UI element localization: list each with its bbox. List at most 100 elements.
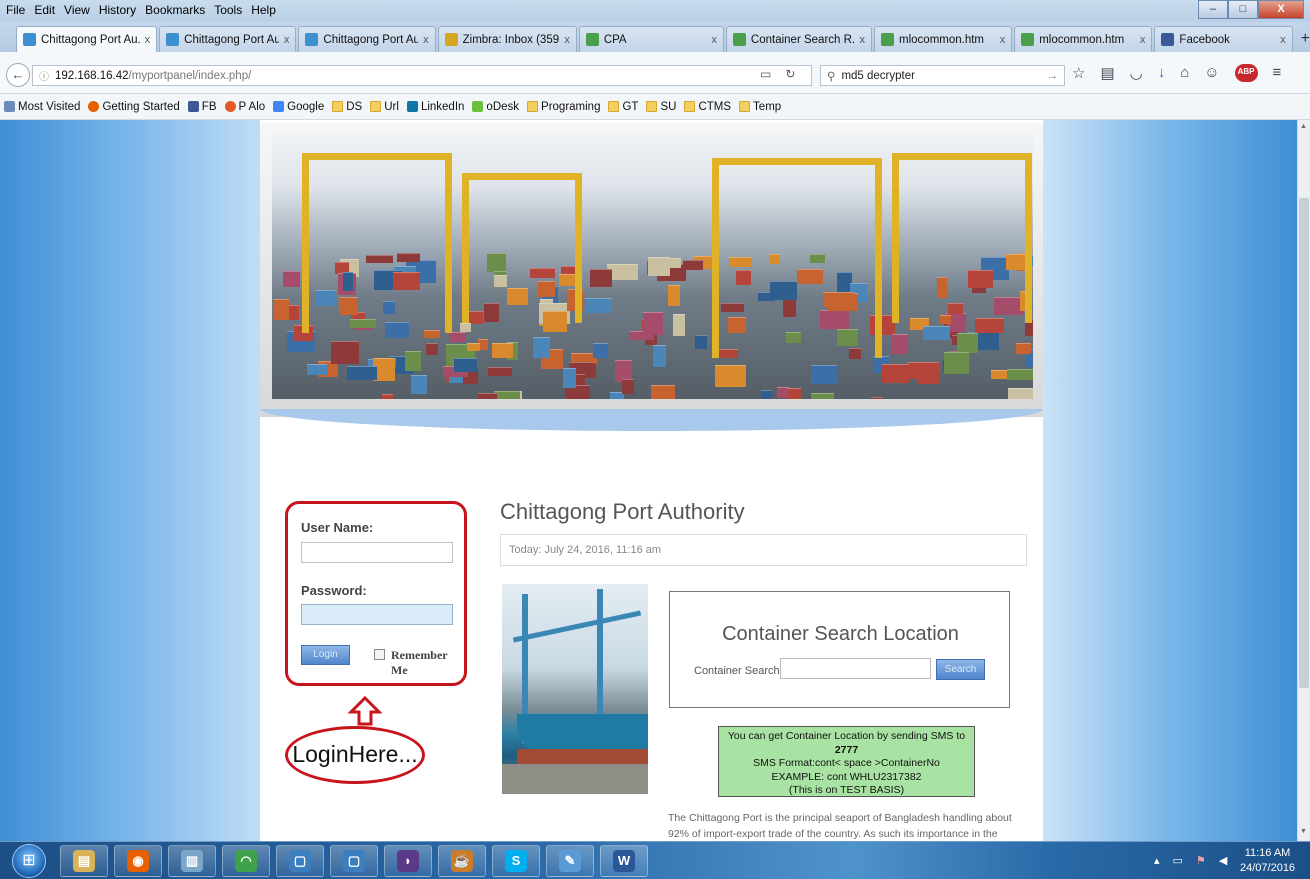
browser-tab[interactable]: Chittagong Port Au... x <box>16 26 158 52</box>
tab-bar: Chittagong Port Au...xChittagong Port Au… <box>0 22 1310 52</box>
container-stack <box>492 343 513 358</box>
browser-tab[interactable]: Chittagong Port Au... x <box>298 26 436 52</box>
bookmark-ds[interactable]: DS <box>332 101 362 113</box>
scrollbar-thumb[interactable] <box>1299 198 1309 688</box>
tab-close-icon[interactable]: x <box>1280 34 1286 46</box>
bookmark-fb[interactable]: FB <box>187 101 217 113</box>
tab-close-icon[interactable]: x <box>1140 34 1146 46</box>
browser-tab[interactable]: Container Search R... x <box>725 26 873 52</box>
menu-item-file[interactable]: File <box>6 3 25 17</box>
taskbar-explorer-button[interactable]: ▤ <box>60 845 108 877</box>
bookmark-odesk[interactable]: oDesk <box>472 101 519 113</box>
bookmark-url[interactable]: Url <box>370 101 399 113</box>
pocket-icon[interactable]: ◡ <box>1130 64 1143 82</box>
bookmark-su[interactable]: SU <box>646 101 676 113</box>
chat-icon[interactable]: ☺ <box>1204 64 1219 82</box>
navigation-bar: ← ⓘ 192.168.16.42/myportpanel/index.php/… <box>0 52 1310 94</box>
taskbar-virtualbox-button[interactable]: ▢ <box>276 845 324 877</box>
browser-tab[interactable]: CPA x <box>578 26 724 52</box>
taskbar-firefox-button[interactable]: ◉ <box>114 845 162 877</box>
vertical-scrollbar[interactable]: ▲ ▼ <box>1297 120 1310 841</box>
action-center-icon[interactable]: ⚑ <box>1196 854 1206 867</box>
maximize-button[interactable]: □ <box>1228 0 1258 19</box>
page-container: User Name: Password: Login Remember Me L… <box>260 120 1043 841</box>
menu-icon[interactable]: ≡ <box>1273 64 1282 82</box>
tab-close-icon[interactable]: x <box>564 34 570 46</box>
tab-close-icon[interactable]: x <box>1000 34 1006 46</box>
start-button[interactable]: ⊞ <box>12 844 46 878</box>
system-tray: ▴ ▭ ⚑ ◀ <box>1154 854 1227 867</box>
menu-item-help[interactable]: Help <box>251 3 276 17</box>
menu-item-view[interactable]: View <box>64 3 90 17</box>
adblock-icon[interactable]: ABP <box>1234 64 1258 82</box>
browser-tab[interactable]: mlocommon.htm x <box>1014 26 1153 52</box>
download-icon[interactable]: ↓ <box>1158 64 1166 82</box>
container-search-panel: Container Search Location Container Sear… <box>669 591 1010 708</box>
tab-close-icon[interactable]: x <box>284 34 290 46</box>
container-stack <box>651 385 675 399</box>
reading-list-icon[interactable]: ▤ <box>1100 64 1114 82</box>
taskbar-word-button[interactable]: W <box>600 845 648 877</box>
tab-close-icon[interactable]: x <box>711 34 717 46</box>
container-stack <box>668 285 680 306</box>
taskbar-java-button[interactable]: ☕ <box>438 845 486 877</box>
sms-line4: (This is on TEST BASIS) <box>788 784 905 796</box>
back-button[interactable]: ← <box>6 63 30 87</box>
container-search-button[interactable]: Search <box>936 659 985 680</box>
home-icon[interactable]: ⌂ <box>1180 64 1189 82</box>
address-bar[interactable]: ⓘ 192.168.16.42/myportpanel/index.php/ <box>32 65 812 86</box>
browser-tab[interactable]: Facebook x <box>1154 26 1293 52</box>
bookmark-most-visited[interactable]: Most Visited <box>4 101 80 113</box>
container-stack <box>648 257 670 276</box>
tab-close-icon[interactable]: x <box>145 34 151 46</box>
browser-tab[interactable]: mlocommon.htm x <box>874 26 1013 52</box>
menu-item-history[interactable]: History <box>99 3 136 17</box>
folder-icon <box>608 101 620 112</box>
sms-line3: EXAMPLE: cont WHLU2317382 <box>771 770 922 783</box>
container-search-input[interactable] <box>780 658 931 679</box>
container-stack <box>957 333 978 353</box>
taskbar-paint-button[interactable]: ✎ <box>546 845 594 877</box>
folder-icon <box>646 101 658 112</box>
browser-tab[interactable]: Zimbra: Inbox (359) x <box>437 26 577 52</box>
browser-tab[interactable]: Chittagong Port Au... x <box>159 26 297 52</box>
bookmark-temp[interactable]: Temp <box>739 101 781 113</box>
new-tab-button[interactable]: + <box>1301 30 1310 48</box>
tray-expand-icon[interactable]: ▴ <box>1154 854 1160 867</box>
tab-close-icon[interactable]: x <box>860 34 866 46</box>
menu-item-edit[interactable]: Edit <box>34 3 55 17</box>
reader-view-icon[interactable]: ▭ <box>760 67 771 81</box>
search-go-icon[interactable]: → <box>1047 70 1059 82</box>
menu-item-bookmarks[interactable]: Bookmarks <box>145 3 205 17</box>
container-search-title: Container Search Location <box>722 623 959 645</box>
bookmark-linkedin[interactable]: LinkedIn <box>406 101 464 113</box>
menu-bar: File Edit View History Bookmarks Tools Help – … <box>0 0 1310 22</box>
container-stack <box>449 332 466 342</box>
bookmark-getting-started[interactable]: Getting Started <box>88 101 180 113</box>
bookmark-programing[interactable]: Programing <box>527 101 600 113</box>
clock[interactable]: 11:16 AM 24/07/2016 <box>1240 846 1295 876</box>
bookmark-google[interactable]: Google <box>273 101 324 113</box>
bookmark-gt[interactable]: GT <box>608 101 638 113</box>
search-field[interactable]: ⚲ md5 decrypter → <box>820 65 1065 86</box>
star-icon[interactable]: ☆ <box>1072 64 1085 82</box>
container-stack <box>882 364 909 383</box>
sms-line1: You can get Container Location by sendin… <box>727 730 966 742</box>
tab-close-icon[interactable]: x <box>423 34 429 46</box>
taskbar-virtualbox-button[interactable]: ▢ <box>330 845 378 877</box>
volume-icon[interactable]: ◀ <box>1219 854 1227 867</box>
bookmark-p-alo[interactable]: P Alo <box>224 101 265 113</box>
taskbar-eclipse-button[interactable]: ◗ <box>384 845 432 877</box>
bookmark-ctms[interactable]: CTMS <box>684 101 731 113</box>
reload-icon[interactable]: ↻ <box>785 67 795 81</box>
scroll-down-icon[interactable]: ▼ <box>1300 828 1307 835</box>
info-icon[interactable]: ⓘ <box>39 68 49 83</box>
network-icon[interactable]: ▭ <box>1173 854 1183 867</box>
scroll-up-icon[interactable]: ▲ <box>1300 123 1307 130</box>
taskbar-skype-button[interactable]: S <box>492 845 540 877</box>
menu-item-tools[interactable]: Tools <box>214 3 242 17</box>
taskbar-network-app-button[interactable]: ◠ <box>222 845 270 877</box>
close-button[interactable]: X <box>1258 0 1304 19</box>
taskbar-chart-app-button[interactable]: ▥ <box>168 845 216 877</box>
minimize-button[interactable]: – <box>1198 0 1228 19</box>
